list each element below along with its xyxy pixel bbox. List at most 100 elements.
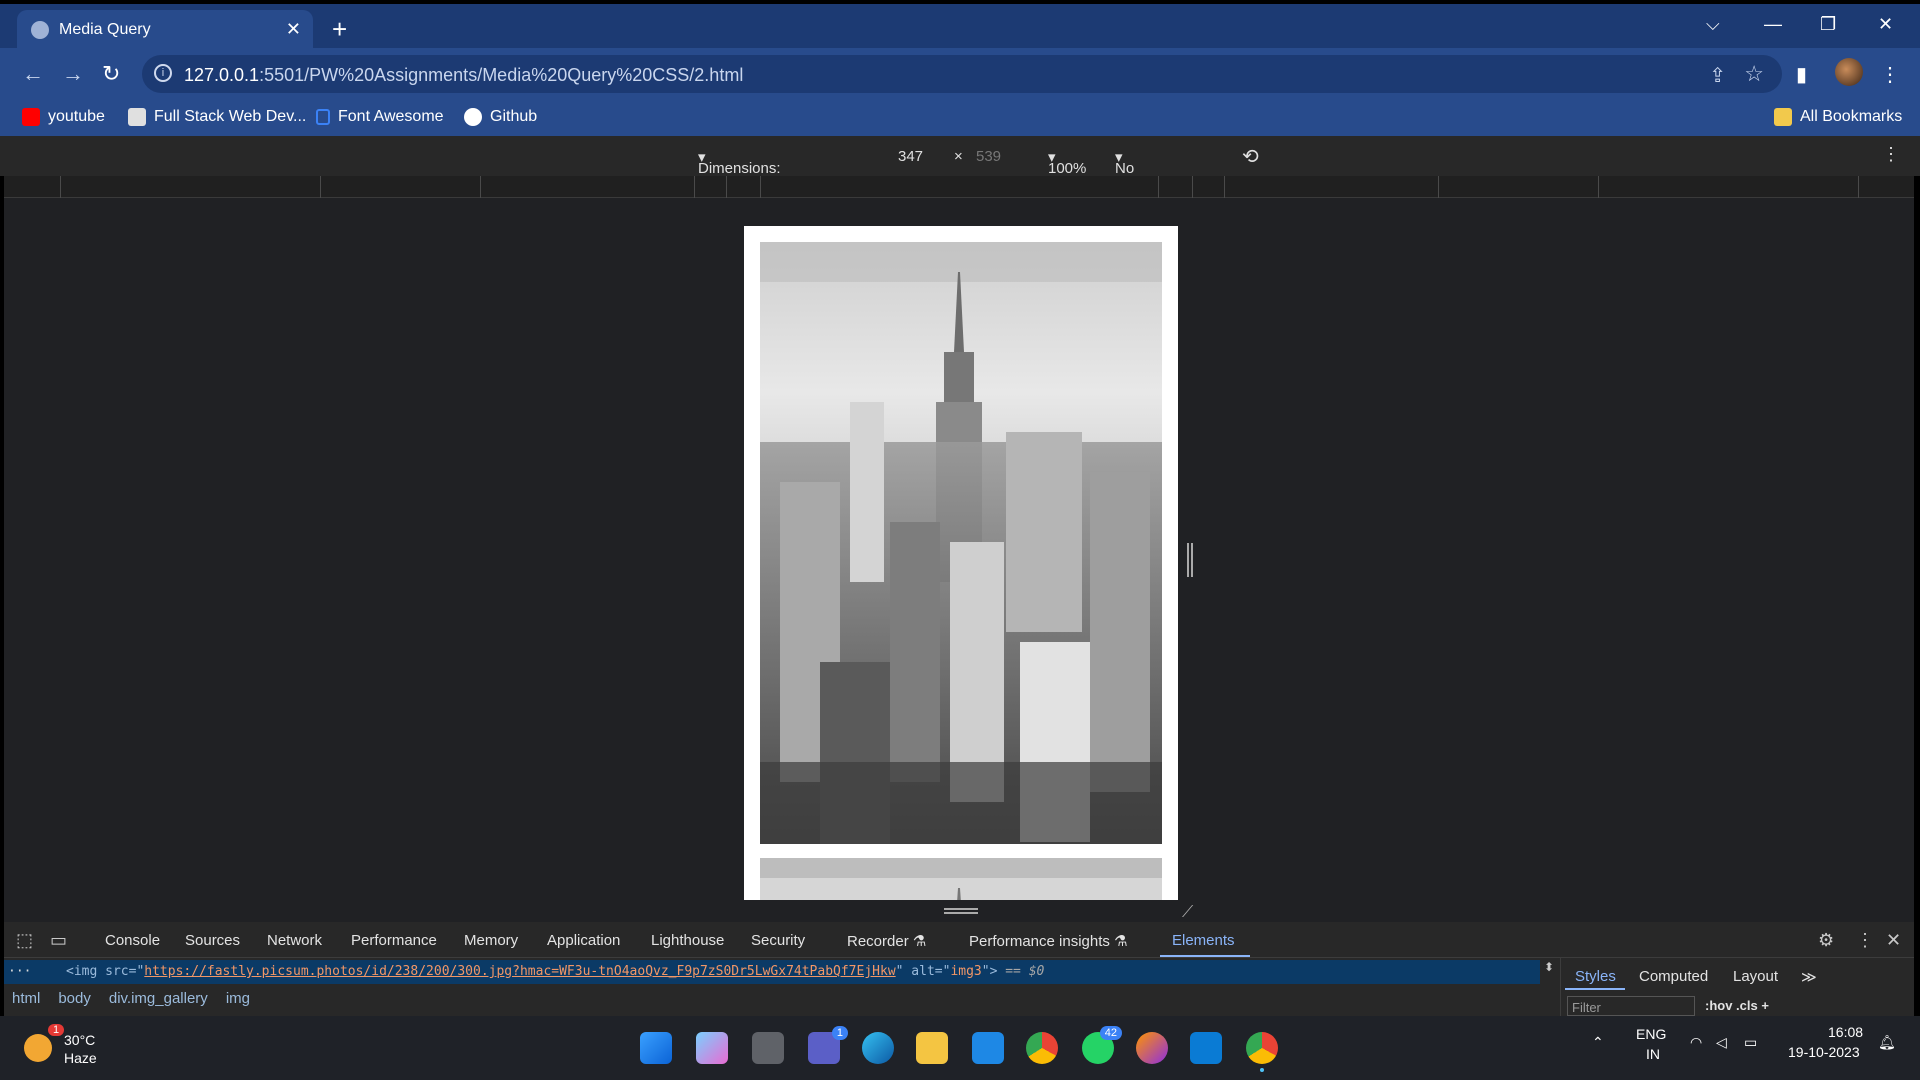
styles-tools[interactable]: :hov .cls + xyxy=(1705,998,1769,1013)
battery-icon[interactable]: ▭ xyxy=(1744,1034,1757,1051)
forward-icon[interactable]: → xyxy=(62,61,84,87)
code-open: <img src=" xyxy=(66,964,145,979)
profile-avatar[interactable] xyxy=(1835,58,1863,86)
img-src-link[interactable]: https://fastly.picsum.photos/id/238/200/… xyxy=(144,964,895,979)
tab-console[interactable]: Console xyxy=(105,932,160,949)
language-bottom[interactable]: IN xyxy=(1646,1046,1660,1062)
clock-time[interactable]: 16:08 xyxy=(1828,1024,1863,1040)
tab-computed[interactable]: Computed xyxy=(1639,968,1708,985)
gallery-image-city xyxy=(760,242,1162,844)
tab-styles[interactable]: Styles xyxy=(1575,968,1616,985)
tab-network[interactable]: Network xyxy=(267,932,322,949)
close-devtools-icon[interactable]: ✕ xyxy=(1886,930,1901,951)
desktop-screen: Media Query ✕ + ⌵ — ❐ ✕ ← → ↻ i 127.0.0.… xyxy=(0,0,1920,1080)
all-bookmarks-folder[interactable]: All Bookmarks xyxy=(1774,108,1902,126)
throttling-dropdown[interactable]: No throttling ▾ xyxy=(1115,148,1173,194)
url-host: 127.0.0.1 xyxy=(184,65,260,85)
breadcrumb-div[interactable]: div.img_gallery xyxy=(109,990,208,1007)
device-menu-icon[interactable]: ⋮ xyxy=(1882,144,1900,165)
styles-filter-input[interactable]: Filter xyxy=(1567,996,1695,1016)
emulated-viewport xyxy=(744,226,1178,900)
tab-layout[interactable]: Layout xyxy=(1733,968,1778,985)
folder-icon xyxy=(1774,108,1792,126)
close-tab-icon[interactable]: ✕ xyxy=(286,19,301,40)
inspect-element-icon[interactable]: ⬚ xyxy=(16,930,33,951)
url-path: :5501/PW%20Assignments/Media%20Query%20C… xyxy=(259,65,744,85)
start-icon[interactable] xyxy=(640,1032,672,1064)
mail-icon[interactable] xyxy=(972,1032,1004,1064)
height-input[interactable]: 539 xyxy=(976,148,1001,165)
whatsapp-icon[interactable]: 42 xyxy=(1082,1026,1122,1064)
bookmark-label: Github xyxy=(490,108,538,125)
breadcrumb-img[interactable]: img xyxy=(226,990,250,1007)
weather-condition: Haze xyxy=(64,1050,97,1066)
language-top[interactable]: ENG xyxy=(1636,1026,1666,1042)
rotate-icon[interactable]: ⟲ xyxy=(1242,144,1259,169)
bookmark-font-awesome[interactable]: Font Awesome xyxy=(316,108,444,126)
tab-security[interactable]: Security xyxy=(751,932,805,949)
volume-icon[interactable]: ◁ xyxy=(1716,1034,1727,1051)
media-query-bar[interactable] xyxy=(4,176,1914,198)
bookmark-full-stack[interactable]: Full Stack Web Dev... xyxy=(128,108,306,126)
resize-handle-corner-icon[interactable]: ⟋ xyxy=(1182,904,1193,922)
devtools-menu-icon[interactable]: ⋮ xyxy=(1856,930,1874,951)
restore-button[interactable]: ❐ xyxy=(1820,14,1836,35)
zoom-dropdown[interactable]: 100% ▾ xyxy=(1048,148,1086,177)
resize-handle-bottom[interactable] xyxy=(944,908,978,914)
copilot-icon[interactable] xyxy=(696,1032,728,1064)
teams-badge: 1 xyxy=(831,1026,848,1040)
site-info-icon[interactable]: i xyxy=(154,64,172,82)
tab-elements[interactable]: Elements xyxy=(1172,932,1235,949)
tab-title: Media Query xyxy=(59,21,151,38)
dimensions-dropdown[interactable]: Dimensions: Responsive ▾ xyxy=(698,148,781,194)
breadcrumb-body[interactable]: body xyxy=(58,990,91,1007)
share-icon[interactable]: ⇪ xyxy=(1709,63,1726,88)
width-input[interactable]: 347 xyxy=(898,148,923,165)
tab-performance[interactable]: Performance xyxy=(351,932,437,949)
file-explorer-icon[interactable] xyxy=(916,1032,948,1064)
tab-lighthouse[interactable]: Lighthouse xyxy=(651,932,724,949)
tab-recorder[interactable]: Recorder ⚗ xyxy=(847,932,926,950)
selected-dom-node[interactable]: ··· <img src="https://fastly.picsum.phot… xyxy=(4,960,1540,984)
show-hidden-icons-icon[interactable]: ⌃ xyxy=(1592,1034,1604,1051)
new-tab-button[interactable]: + xyxy=(332,16,347,42)
address-bar[interactable]: i 127.0.0.1:5501/PW%20Assignments/Media%… xyxy=(142,55,1782,93)
resize-handle-right[interactable] xyxy=(1187,543,1193,577)
more-tabs-icon[interactable]: ≫ xyxy=(1801,968,1817,986)
firefox-icon[interactable] xyxy=(1136,1032,1168,1064)
device-toggle-icon[interactable]: ▭ xyxy=(50,930,67,951)
tab-application[interactable]: Application xyxy=(547,932,620,949)
chrome-icon[interactable] xyxy=(1026,1032,1058,1064)
task-view-icon[interactable] xyxy=(752,1032,784,1064)
chrome-active-icon[interactable] xyxy=(1246,1032,1278,1064)
tab-performance-insights[interactable]: Performance insights ⚗ xyxy=(969,932,1128,950)
reload-icon[interactable]: ↻ xyxy=(102,61,120,87)
settings-gear-icon[interactable]: ⚙ xyxy=(1818,930,1834,951)
bookmark-youtube[interactable]: youtube xyxy=(22,108,105,126)
bookmark-star-icon[interactable]: ☆ xyxy=(1744,61,1764,87)
url-text[interactable]: 127.0.0.1:5501/PW%20Assignments/Media%20… xyxy=(184,65,743,86)
breadcrumb: html body div.img_gallery img xyxy=(12,990,250,1007)
teams-icon[interactable]: 1 xyxy=(808,1026,848,1064)
vscode-icon[interactable] xyxy=(1190,1032,1222,1064)
active-tab-indicator xyxy=(1160,955,1250,957)
tab-search-icon[interactable]: ⌵ xyxy=(1706,14,1720,35)
ellipsis-icon[interactable]: ··· xyxy=(8,964,31,979)
gallery-image-next xyxy=(760,858,1162,900)
notification-bell-icon[interactable]: 🔔︎ xyxy=(1878,1034,1896,1051)
devtools-panel: ⬚ ▭ Console Sources Network Performance … xyxy=(4,922,1914,1016)
browser-tab[interactable]: Media Query ✕ xyxy=(17,10,313,50)
close-window-button[interactable]: ✕ xyxy=(1878,14,1893,35)
menu-kebab-icon[interactable]: ⋮ xyxy=(1880,62,1900,87)
side-panel-icon[interactable]: ▮ xyxy=(1796,62,1807,87)
minimize-button[interactable]: — xyxy=(1764,14,1782,35)
wifi-icon[interactable]: ◠ xyxy=(1690,1034,1702,1051)
edge-icon[interactable] xyxy=(862,1032,894,1064)
tab-memory[interactable]: Memory xyxy=(464,932,518,949)
clock-date[interactable]: 19-10-2023 xyxy=(1788,1044,1860,1060)
bookmark-github[interactable]: Github xyxy=(464,108,537,126)
breadcrumb-html[interactable]: html xyxy=(12,990,40,1007)
scroll-arrows-icon[interactable]: ⬍ xyxy=(1544,960,1554,974)
tab-sources[interactable]: Sources xyxy=(185,932,240,949)
back-icon[interactable]: ← xyxy=(22,61,44,87)
